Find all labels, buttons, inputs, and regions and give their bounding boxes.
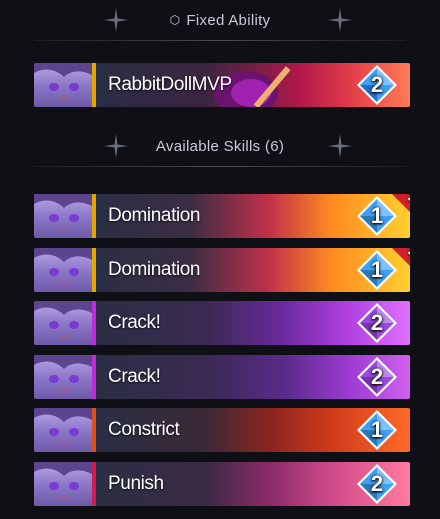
fixed-ability-card[interactable]: RabbitDollMVP 2 bbox=[34, 63, 410, 107]
fixed-ability-header: ⬡ Fixed Ability bbox=[34, 7, 406, 41]
character-portrait bbox=[34, 355, 92, 399]
sparkle-icon bbox=[104, 8, 128, 32]
hexagon-icon: ⬡ bbox=[169, 13, 181, 27]
cost-value: 2 bbox=[370, 364, 384, 389]
character-portrait bbox=[34, 462, 92, 506]
stack-count: 3 bbox=[408, 248, 410, 259]
cost-value: 1 bbox=[370, 417, 384, 442]
skill-name: Domination bbox=[108, 259, 201, 280]
character-portrait bbox=[34, 194, 92, 238]
skill-card[interactable]: Punish 2 bbox=[34, 462, 410, 506]
sparkle-icon bbox=[328, 134, 352, 158]
section-divider bbox=[34, 166, 406, 167]
skill-card[interactable]: Domination 1 3 bbox=[34, 194, 410, 238]
skill-name: Constrict bbox=[108, 419, 180, 440]
ability-name: RabbitDollMVP bbox=[108, 74, 232, 95]
skill-card[interactable]: Crack! 2 bbox=[34, 355, 410, 399]
cost-value: 2 bbox=[370, 471, 384, 496]
cost-gem: 2 bbox=[356, 463, 398, 505]
cost-value: 2 bbox=[370, 310, 384, 335]
available-skills-label: Available Skills (6) bbox=[155, 137, 285, 155]
cost-value: 2 bbox=[370, 72, 384, 97]
stack-count: 3 bbox=[408, 194, 410, 205]
skill-card[interactable]: Constrict 1 bbox=[34, 408, 410, 452]
cost-gem: 2 bbox=[356, 64, 398, 106]
character-portrait bbox=[34, 408, 92, 452]
skill-name: Punish bbox=[108, 473, 164, 494]
skill-name: Domination bbox=[108, 205, 201, 226]
sparkle-icon bbox=[104, 134, 128, 158]
available-skills-header: Available Skills (6) bbox=[34, 133, 406, 167]
section-divider bbox=[34, 40, 406, 41]
character-portrait bbox=[34, 63, 92, 107]
skill-name: Crack! bbox=[108, 366, 161, 387]
cost-gem: 2 bbox=[356, 356, 398, 398]
cost-gem: 2 bbox=[356, 302, 398, 344]
sparkle-icon bbox=[328, 8, 352, 32]
character-portrait bbox=[34, 301, 92, 345]
skill-card[interactable]: Domination 1 3 bbox=[34, 248, 410, 292]
fixed-ability-label: Fixed Ability bbox=[186, 11, 271, 29]
skill-card[interactable]: Crack! 2 bbox=[34, 301, 410, 345]
character-portrait bbox=[34, 248, 92, 292]
cost-gem: 1 bbox=[356, 409, 398, 451]
skill-name: Crack! bbox=[108, 312, 161, 333]
